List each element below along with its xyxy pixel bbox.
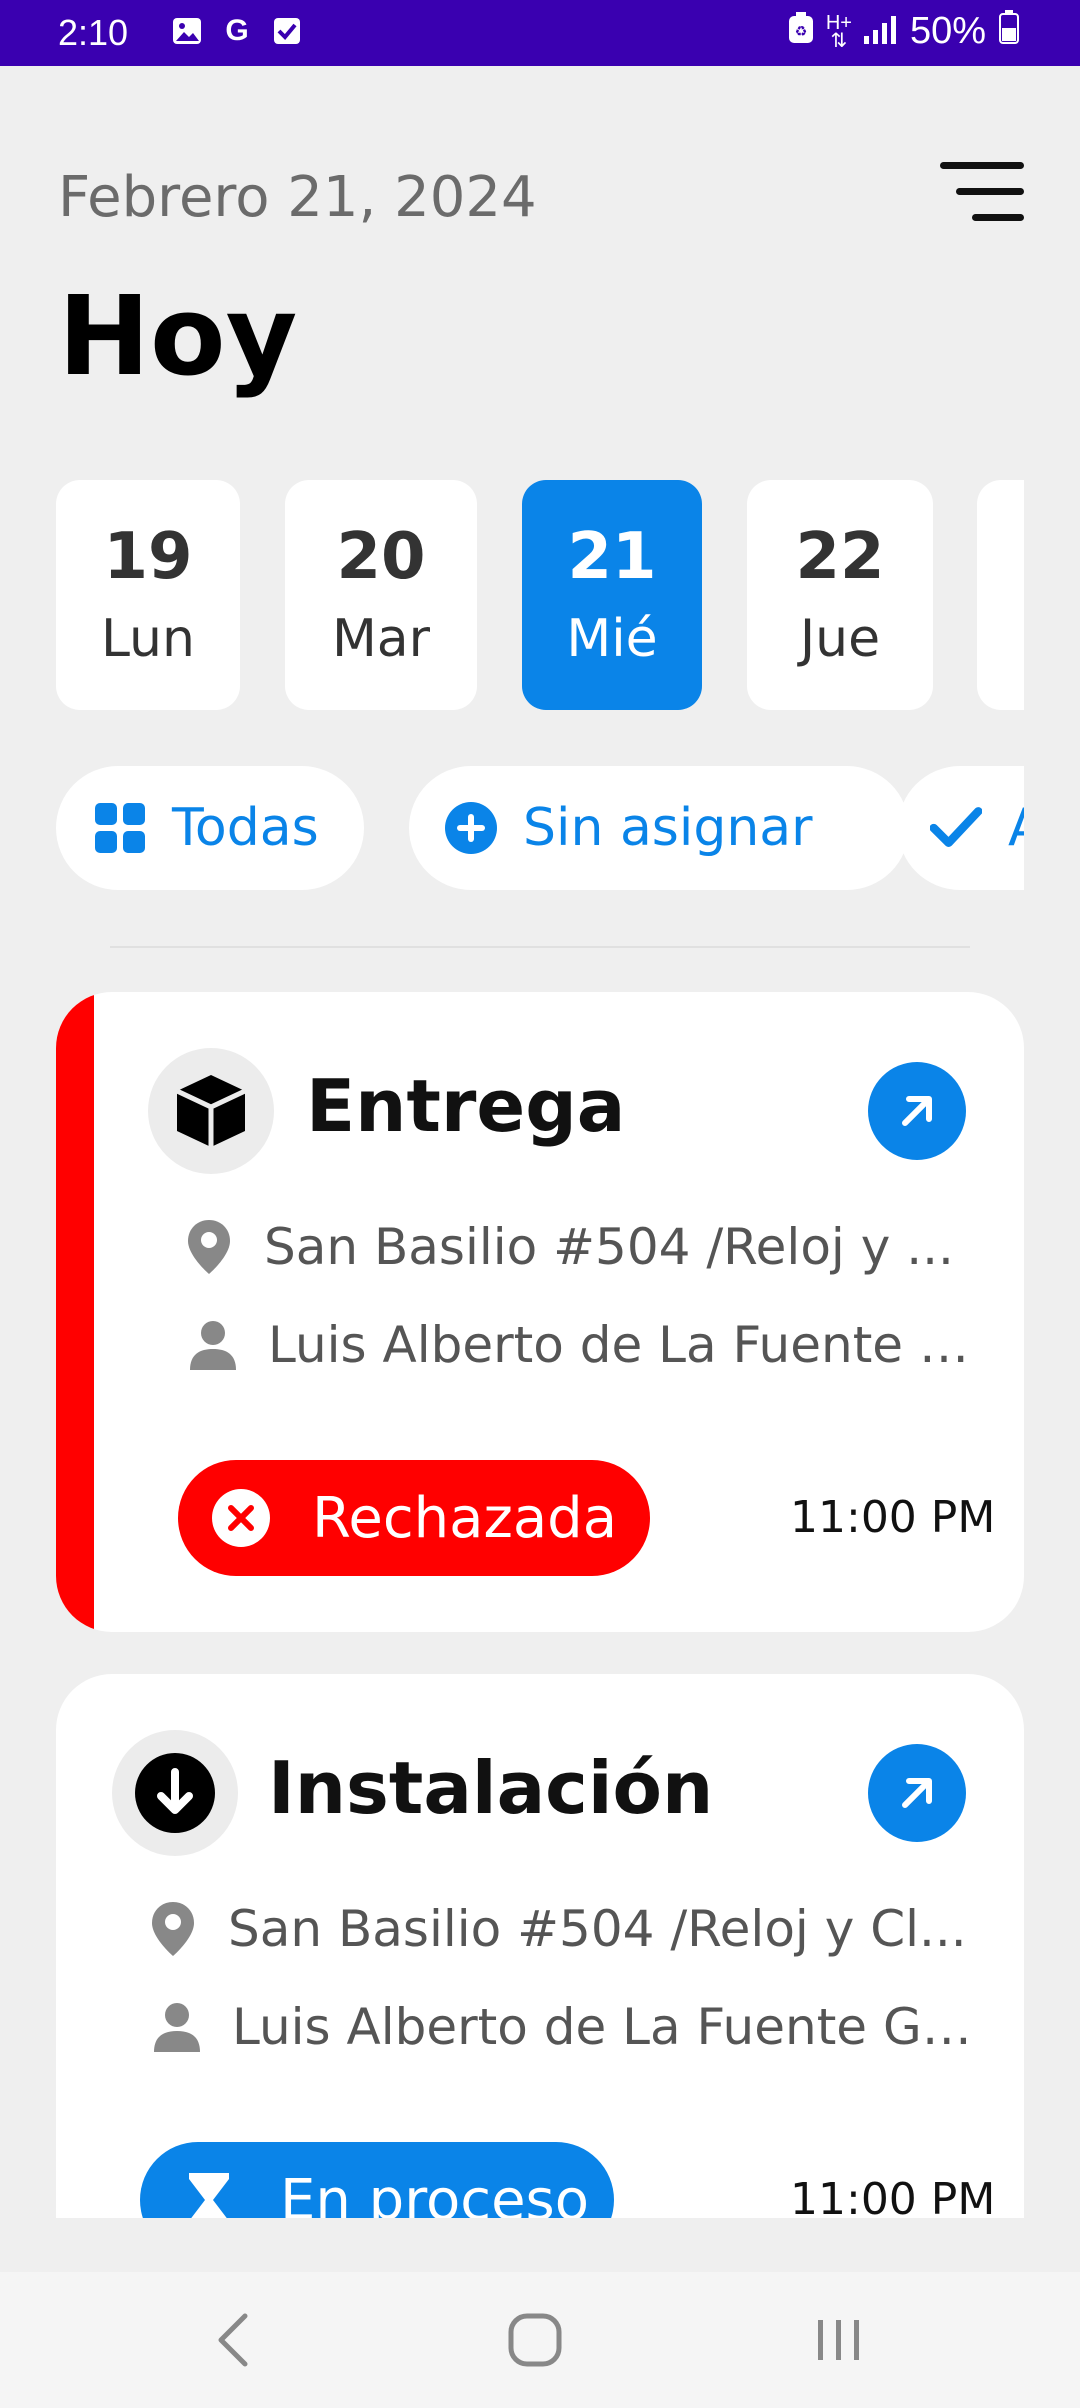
day-chip[interactable]: 20 Mar bbox=[285, 480, 477, 710]
filter-label: A bbox=[1008, 798, 1024, 858]
day-number: 21 bbox=[567, 520, 657, 594]
back-chevron-icon bbox=[218, 2313, 248, 2367]
task-time: 11:00 PM bbox=[790, 2174, 996, 2218]
home-button[interactable] bbox=[490, 2300, 580, 2380]
open-task-button[interactable] bbox=[868, 1062, 966, 1160]
status-text: En proceso bbox=[280, 2167, 589, 2219]
filter-label: Sin asignar bbox=[523, 798, 813, 858]
location-pin-icon bbox=[148, 1901, 198, 1957]
status-badge: En proceso bbox=[140, 2142, 614, 2218]
x-circle-icon bbox=[212, 1489, 270, 1547]
address-row: San Basilio #504 /Reloj y Cl... bbox=[148, 1900, 974, 1958]
task-time: 11:00 PM bbox=[790, 1492, 996, 1543]
svg-text:♻: ♻ bbox=[795, 23, 808, 39]
open-task-button[interactable] bbox=[868, 1744, 966, 1842]
status-badge: Rechazada bbox=[178, 1460, 650, 1576]
hourglass-icon bbox=[180, 2171, 238, 2218]
status-time: 2:10 bbox=[58, 12, 129, 53]
person-text: Luis Alberto de La Fuente G... bbox=[268, 1316, 974, 1374]
task-type-title: Entrega bbox=[306, 1064, 626, 1148]
arrow-up-right-icon bbox=[902, 1778, 932, 1808]
check-icon bbox=[930, 802, 982, 854]
menu-lines-icon bbox=[940, 162, 1024, 221]
day-of-week: Lun bbox=[101, 609, 195, 669]
recents-icon bbox=[818, 2320, 859, 2360]
address-row: San Basilio #504 /Reloj y ... bbox=[184, 1218, 974, 1276]
address-text: San Basilio #504 /Reloj y ... bbox=[264, 1218, 954, 1276]
day-of-week: Mié bbox=[566, 609, 658, 669]
status-accent-bar bbox=[56, 992, 94, 1632]
day-chip[interactable]: 19 Lun bbox=[56, 480, 240, 710]
status-bar: 2:10 G ♻ H+ ⇅ 50% bbox=[0, 0, 1080, 66]
battery-percentage: 50% bbox=[909, 10, 986, 52]
recents-button[interactable] bbox=[794, 2300, 884, 2380]
current-date: Febrero 21, 2024 bbox=[58, 165, 537, 230]
check-box-icon bbox=[270, 14, 304, 48]
status-text: Rechazada bbox=[312, 1485, 618, 1551]
day-chip[interactable] bbox=[977, 480, 1024, 710]
divider bbox=[110, 946, 970, 948]
arrow-up-right-icon bbox=[902, 1096, 932, 1126]
box-icon bbox=[148, 1048, 274, 1174]
day-chip[interactable]: 22 Jue bbox=[747, 480, 933, 710]
image-icon bbox=[170, 14, 204, 48]
task-card[interactable]: Instalación San Basilio #504 /Reloj y Cl… bbox=[56, 1674, 1024, 2218]
address-text: San Basilio #504 /Reloj y Cl... bbox=[228, 1900, 967, 1958]
menu-button[interactable] bbox=[938, 160, 1026, 224]
filter-label: Todas bbox=[172, 798, 319, 858]
plus-circle-icon bbox=[445, 802, 497, 854]
download-circle-icon bbox=[112, 1730, 238, 1856]
task-card[interactable]: Entrega San Basilio #504 /Reloj y ... Lu… bbox=[56, 992, 1024, 1632]
day-chip-selected[interactable]: 21 Mié bbox=[522, 480, 702, 710]
filter-sin-asignar[interactable]: Sin asignar bbox=[409, 766, 909, 890]
status-right: ♻ H+ ⇅ 50% bbox=[788, 10, 1020, 53]
notification-icons: G bbox=[170, 14, 304, 48]
back-button[interactable] bbox=[188, 2300, 278, 2380]
filter-chips: Todas Sin asignar A bbox=[56, 766, 1024, 892]
day-number: 19 bbox=[103, 520, 193, 594]
signal-icon bbox=[863, 11, 898, 53]
task-type-title: Instalación bbox=[268, 1746, 714, 1830]
home-icon bbox=[508, 2313, 562, 2367]
battery-icon bbox=[998, 10, 1020, 53]
person-text: Luis Alberto de La Fuente Ga... bbox=[232, 1998, 974, 2056]
day-of-week: Mar bbox=[331, 609, 431, 669]
location-pin-icon bbox=[184, 1219, 234, 1275]
person-icon bbox=[188, 1317, 238, 1373]
task-list[interactable]: Entrega San Basilio #504 /Reloj y ... Lu… bbox=[0, 960, 1080, 2218]
google-icon: G bbox=[225, 14, 249, 47]
filter-todas[interactable]: Todas bbox=[56, 766, 364, 890]
recycle-icon: ♻ bbox=[788, 11, 814, 53]
day-number: 20 bbox=[336, 520, 426, 594]
person-row: Luis Alberto de La Fuente G... bbox=[188, 1316, 974, 1374]
day-selector: 19 Lun 20 Mar 21 Mié 22 Jue bbox=[56, 480, 1024, 712]
grid-icon bbox=[94, 802, 146, 854]
page-title: Hoy bbox=[58, 272, 298, 400]
day-number: 22 bbox=[795, 520, 885, 594]
filter-asignadas[interactable]: A bbox=[898, 766, 1024, 890]
h-plus-data-icon: H+ ⇅ bbox=[825, 11, 852, 52]
system-nav-bar bbox=[0, 2272, 1080, 2408]
person-row: Luis Alberto de La Fuente Ga... bbox=[152, 1998, 974, 2056]
person-icon bbox=[152, 1999, 202, 2055]
day-of-week: Jue bbox=[799, 609, 881, 669]
